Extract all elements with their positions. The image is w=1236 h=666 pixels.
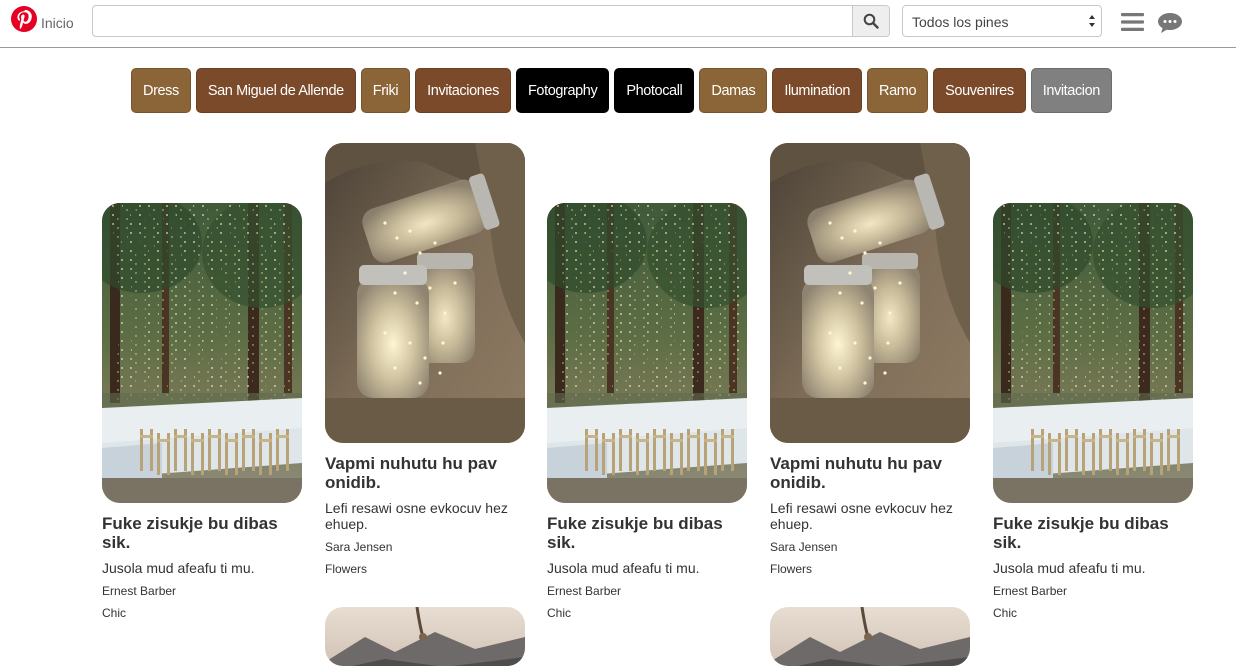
search-box — [92, 5, 890, 37]
pin-filter-select[interactable]: Todos los pines — [902, 5, 1102, 37]
search-icon — [863, 13, 879, 29]
board-tag-bar: Dress San Miguel de Allende Friki Invitacio… — [131, 68, 1112, 113]
tag-ramo[interactable]: Ramo — [867, 68, 929, 113]
tag-ilumination[interactable]: Ilumination — [772, 68, 863, 113]
pin-title[interactable]: Vapmi nuhutu hu pav onidib. — [770, 454, 970, 492]
pin-title[interactable]: Fuke zisukje bu dibas sik. — [102, 514, 302, 552]
tag-invitaciones[interactable]: Invitaciones — [415, 68, 511, 113]
pin-author[interactable]: Ernest Barber — [102, 584, 302, 598]
pin-image[interactable] — [770, 607, 970, 666]
select-arrows-icon — [1089, 15, 1095, 27]
pin-card[interactable]: Fuke zisukje bu dibas sik. Jusola mud af… — [547, 203, 747, 620]
pin-card[interactable] — [325, 607, 525, 666]
pin-title[interactable]: Vapmi nuhutu hu pav onidib. — [325, 454, 525, 492]
pin-author[interactable]: Sara Jensen — [325, 540, 525, 554]
pin-description: Jusola mud afeafu ti mu. — [102, 560, 255, 576]
pin-description: Lefi resawi osne evkocuv hez ehuep. — [325, 500, 508, 532]
pin-card[interactable]: Fuke zisukje bu dibas sik. Jusola mud af… — [993, 203, 1193, 620]
pin-image[interactable] — [770, 143, 970, 443]
pin-title[interactable]: Fuke zisukje bu dibas sik. — [993, 514, 1193, 552]
tag-friki[interactable]: Friki — [360, 68, 411, 113]
pin-card[interactable]: Vapmi nuhutu hu pav onidib. Lefi resawi … — [770, 143, 970, 576]
pin-description: Jusola mud afeafu ti mu. — [547, 560, 700, 576]
tag-damas[interactable]: Damas — [699, 68, 768, 113]
pin-card[interactable]: Fuke zisukje bu dibas sik. Jusola mud af… — [102, 203, 302, 620]
pin-card[interactable] — [770, 607, 970, 666]
tag-fotography[interactable]: Fotography — [515, 68, 610, 113]
pin-filter-value: Todos los pines — [912, 14, 1009, 30]
pin-description: Lefi resawi osne evkocuv hez ehuep. — [770, 500, 953, 532]
pin-board[interactable]: Flowers — [770, 562, 970, 576]
menu-icon[interactable] — [1121, 12, 1144, 32]
pin-title[interactable]: Fuke zisukje bu dibas sik. — [547, 514, 747, 552]
tag-photocall[interactable]: Photocall — [614, 68, 695, 113]
pin-image[interactable] — [547, 203, 747, 503]
search-input[interactable] — [93, 6, 853, 36]
pin-card[interactable]: Vapmi nuhutu hu pav onidib. Lefi resawi … — [325, 143, 525, 576]
search-button[interactable] — [852, 6, 889, 36]
tag-invitacion[interactable]: Invitacion — [1030, 68, 1112, 113]
pin-author[interactable]: Sara Jensen — [770, 540, 970, 554]
tag-dress[interactable]: Dress — [131, 68, 191, 113]
pin-author[interactable]: Ernest Barber — [993, 584, 1193, 598]
pin-image[interactable] — [993, 203, 1193, 503]
tag-souvenires[interactable]: Souvenires — [933, 68, 1026, 113]
pin-description: Jusola mud afeafu ti mu. — [993, 560, 1146, 576]
tag-san-miguel-de-allende[interactable]: San Miguel de Allende — [195, 68, 356, 113]
pin-board[interactable]: Chic — [547, 606, 747, 620]
pin-image[interactable] — [325, 143, 525, 443]
chat-icon[interactable] — [1157, 12, 1183, 34]
pin-board[interactable]: Chic — [102, 606, 302, 620]
pin-image[interactable] — [102, 203, 302, 503]
pin-author[interactable]: Ernest Barber — [547, 584, 747, 598]
pin-image[interactable] — [325, 607, 525, 666]
home-link[interactable]: Inicio — [41, 15, 74, 31]
pin-board[interactable]: Chic — [993, 606, 1193, 620]
pinterest-logo-icon[interactable] — [11, 6, 37, 32]
pin-board[interactable]: Flowers — [325, 562, 525, 576]
top-header: Inicio Todos los pines — [0, 0, 1236, 48]
